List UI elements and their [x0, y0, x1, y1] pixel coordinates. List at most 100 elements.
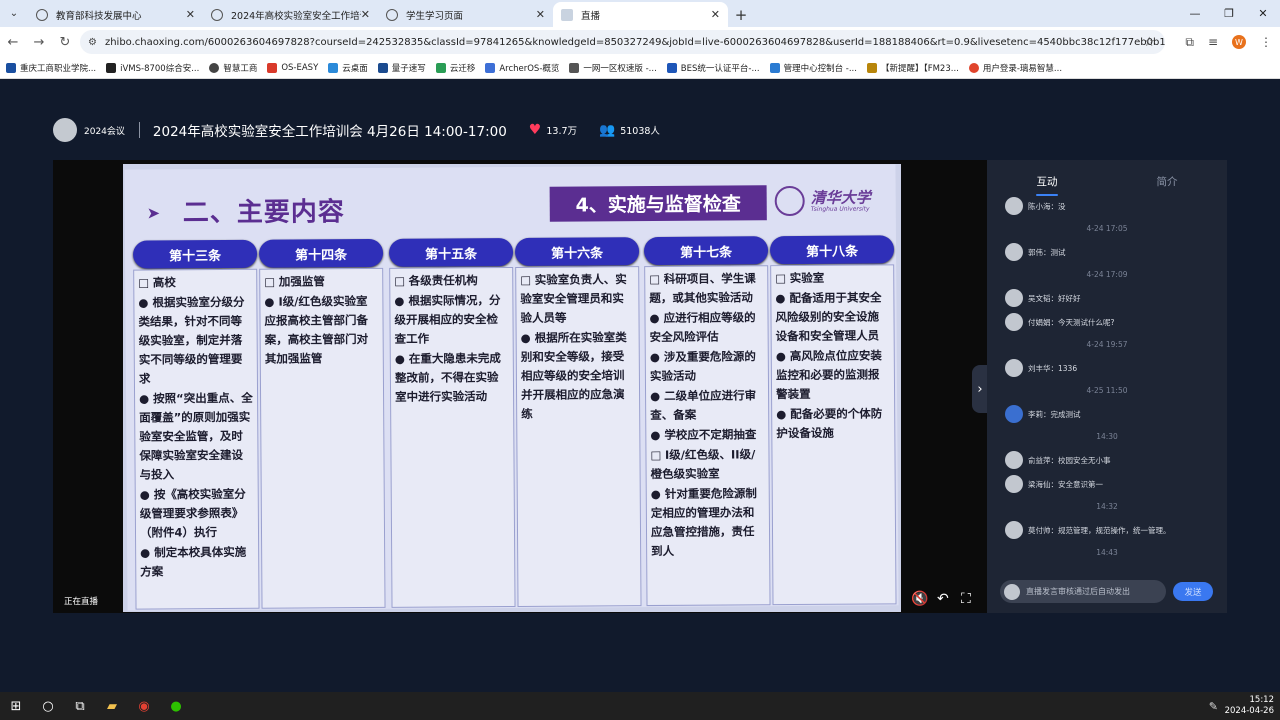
chrome-icon[interactable]: ◉ — [128, 692, 160, 720]
logo-name: 清华大学 — [810, 187, 871, 207]
url-field[interactable]: ⚙ zhibo.chaoxing.com/6000263604697828?co… — [80, 30, 1165, 54]
chat-input[interactable]: 直播发言审核通过后自动发出 — [1000, 580, 1166, 603]
browser-toolbar-right: ⧉ ≡ W ⋮ — [1185, 27, 1272, 57]
chat-message: 梁海仙：安全意识第一 — [987, 472, 1227, 496]
bookmark-item[interactable]: 重庆工商职业学院... — [6, 62, 96, 74]
user-avatar[interactable] — [1005, 521, 1023, 539]
slide-subject: 各级责任机构 — [394, 271, 508, 291]
minimize-icon[interactable]: — — [1178, 0, 1212, 27]
fullscreen-icon[interactable]: ⛶ — [961, 591, 971, 607]
bookmark-item[interactable]: 智慧工商 — [209, 62, 257, 74]
column-body: 实验室负责人、实验室安全管理员和实验人员等根据所在实验室类别和安全等级，接受相应… — [515, 266, 642, 607]
browser-tab-active[interactable]: 直播 ✕ — [553, 2, 728, 27]
user-avatar[interactable] — [1005, 475, 1023, 493]
forward-icon[interactable]: → — [26, 35, 52, 50]
slide-bullet: 根据实验室分级分类结果，针对不同等级实验室，制定并落实不同等级的管理要求 — [138, 293, 253, 389]
bookmark-item[interactable]: 云桌面 — [328, 62, 368, 74]
wechat-icon[interactable]: ● — [160, 692, 192, 720]
user-avatar[interactable] — [1005, 197, 1023, 215]
extensions-icon[interactable]: ⧉ — [1185, 35, 1194, 50]
windows-start-icon[interactable]: ⊞ — [0, 692, 32, 720]
slide-subject: 实验室负责人、实验室安全管理员和实验人员等 — [520, 270, 634, 328]
bookmark-item[interactable]: OS-EASY — [267, 62, 318, 73]
slide-bullet: 配备适用于其安全风险级别的安全设施设备和安全管理人员 — [775, 288, 889, 346]
browser-tab[interactable]: 2024年高校实验室安全工作培训会✕ — [203, 2, 378, 27]
send-button[interactable]: 发送 — [1173, 582, 1213, 601]
page-icon — [561, 8, 573, 21]
close-tab-icon[interactable]: ✕ — [711, 8, 720, 21]
bookmark-star-icon[interactable]: ☆ — [1143, 35, 1155, 50]
mute-icon[interactable]: 🔇 — [911, 591, 928, 607]
column-body: 高校根据实验室分级分类结果，针对不同等级实验室，制定并落实不同等级的管理要求按照… — [133, 268, 260, 610]
user-avatar[interactable] — [1005, 405, 1023, 423]
bookmark-label: 用户登录-璃易智慧... — [982, 63, 1063, 74]
browser-tab[interactable]: 教育部科技发展中心 ✕ — [28, 2, 203, 27]
slide-column: 第十八条实验室配备适用于其安全风险级别的安全设施设备和安全管理人员高风险点位应安… — [769, 235, 897, 606]
slide-bullet: 二级单位应进行审查、备案 — [650, 386, 764, 425]
live-status-label: 正在直播 — [64, 597, 99, 607]
system-clock[interactable]: 15:12 2024-04-26 — [1225, 695, 1274, 717]
windows-taskbar: ⊞ ○ ⧉ ▰ ◉ ● ✎ 15:12 2024-04-26 — [0, 692, 1280, 720]
chat-timestamp: 14:43 — [1096, 548, 1118, 557]
logo-subtitle: Tsinghua University — [810, 204, 870, 213]
reading-list-icon[interactable]: ≡ — [1208, 35, 1218, 49]
user-avatar[interactable] — [1005, 451, 1023, 469]
chat-message: 付娟娟：今天测试什么呢? — [987, 310, 1227, 334]
pen-icon[interactable]: ✎ — [1209, 700, 1218, 713]
bookmark-item[interactable]: ArcherOS-概览 — [485, 62, 559, 74]
slide-bullet: 根据所在实验室类别和安全等级，接受相应等级的安全培训并开展相应的应急演练 — [521, 328, 636, 424]
user-avatar[interactable] — [1005, 243, 1023, 261]
file-explorer-icon[interactable]: ▰ — [96, 692, 128, 720]
bookmark-item[interactable]: BES统一认证平台-... — [666, 62, 760, 74]
tab-title: 直播 — [581, 10, 601, 22]
chat-message-text: 俞益萍：校园安全无小事 — [1028, 455, 1111, 465]
slide-bullet: 高风险点位应安装监控和必要的监测报警装置 — [776, 346, 890, 404]
search-icon[interactable]: ○ — [32, 692, 64, 720]
close-tab-icon[interactable]: ✕ — [536, 8, 545, 21]
tab-search-icon[interactable]: ⌄ — [0, 0, 28, 27]
expand-panel-button[interactable]: › — [972, 365, 988, 413]
chat-message-list[interactable]: 陈小海：没 4-24 17:05 郭伟：测试 4-24 17:09 吴文韬：好好好 付娟娟… — [987, 194, 1227, 562]
user-avatar[interactable] — [1005, 359, 1023, 377]
bookmark-item[interactable]: 用户登录-璃易智慧... — [968, 62, 1063, 74]
chat-timestamp: 14:32 — [1096, 502, 1118, 511]
chat-message-text: 梁海仙：安全意识第一 — [1028, 479, 1103, 489]
close-window-icon[interactable]: ✕ — [1246, 0, 1280, 27]
menu-icon[interactable]: ⋮ — [1260, 35, 1272, 49]
bookmark-item[interactable]: 【新提醒】【FM23... — [866, 62, 959, 74]
bookmark-item[interactable]: 管理中心控制台 -... — [769, 62, 857, 74]
chat-timestamp: 4-25 11:50 — [1086, 386, 1128, 395]
heart-icon[interactable]: ♥ — [529, 122, 542, 138]
globe-icon — [211, 8, 223, 21]
bookmark-item[interactable]: 一网一区权速版 -... — [569, 62, 657, 74]
bookmark-item[interactable]: 云迁移 — [435, 62, 476, 74]
channel-avatar[interactable] — [53, 118, 77, 142]
chat-message: 莫付帅：规范管理，规范操作，统一管理。 — [987, 518, 1227, 542]
browser-tab[interactable]: 学生学习页面 ✕ — [378, 2, 553, 27]
globe-icon — [386, 8, 398, 21]
task-view-icon[interactable]: ⧉ — [64, 692, 96, 720]
bookmark-label: 云桌面 — [342, 63, 368, 74]
reload-icon[interactable]: ↻ — [52, 35, 78, 50]
bookmark-item[interactable]: 量子速写 — [377, 62, 426, 74]
slide-subject: I级/红色级、II级/橙色级实验室 — [650, 445, 764, 484]
slide-bullet: 涉及重要危险源的实验活动 — [650, 347, 764, 386]
profile-avatar[interactable]: W — [1232, 35, 1246, 49]
new-tab-button[interactable]: + — [728, 2, 754, 27]
bookmark-item[interactable]: iVMS-8700综合安... — [106, 62, 199, 74]
chat-message-text: 陈小海：没 — [1028, 201, 1066, 211]
interaction-panel: 互动 简介 陈小海：没 4-24 17:05 郭伟：测试 4-24 17:09 吴文韬：… — [987, 160, 1227, 613]
close-tab-icon[interactable]: ✕ — [361, 8, 370, 21]
close-tab-icon[interactable]: ✕ — [186, 8, 195, 21]
chat-message: 李莉：完成测试 — [987, 402, 1227, 426]
user-avatar[interactable] — [1005, 289, 1023, 307]
bookmark-label: 重庆工商职业学院... — [20, 63, 97, 74]
site-info-icon[interactable]: ⚙ — [88, 37, 97, 48]
user-avatar[interactable] — [1005, 313, 1023, 331]
replay-icon[interactable]: ↶ — [937, 591, 949, 607]
bookmark-label: 云迁移 — [449, 63, 476, 74]
tab-title: 学生学习页面 — [406, 10, 464, 22]
restore-icon[interactable]: ❐ — [1212, 0, 1246, 27]
channel-name: 2024会议 — [84, 126, 125, 137]
back-icon[interactable]: ← — [0, 35, 26, 50]
